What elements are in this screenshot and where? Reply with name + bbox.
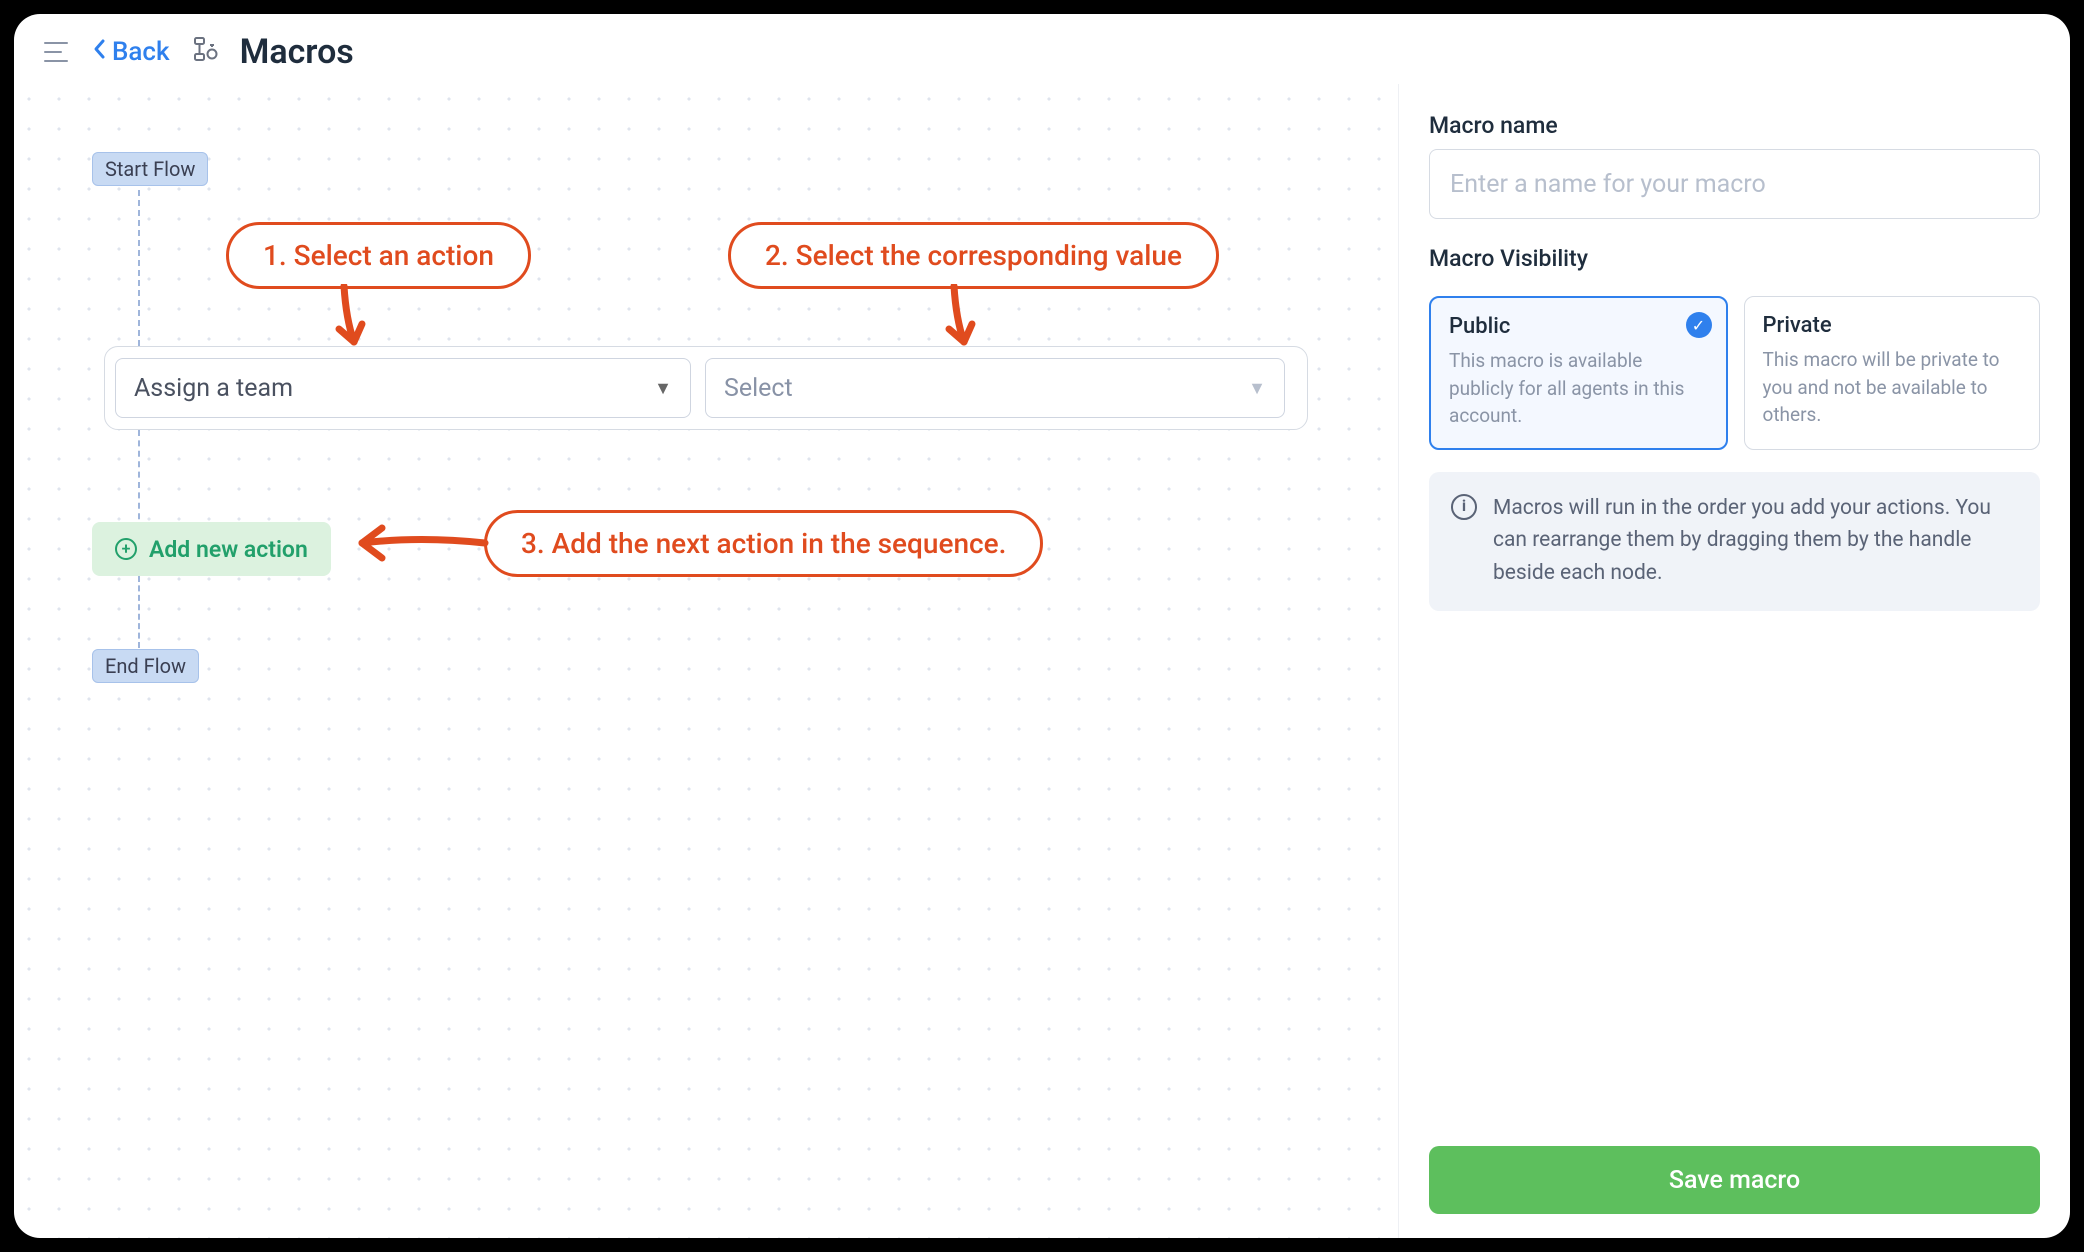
flow-glyph-icon — [192, 36, 218, 68]
page-title: Macros — [240, 32, 354, 72]
visibility-label: Macro Visibility — [1429, 245, 2040, 272]
annotation-step-2: 2. Select the corresponding value — [728, 222, 1219, 289]
action-select-value: Assign a team — [134, 374, 293, 403]
annotation-step-3: 3. Add the next action in the sequence. — [484, 510, 1043, 577]
visibility-private-title: Private — [1763, 313, 2022, 338]
chevron-left-icon — [92, 37, 108, 68]
annotation-step-1: 1. Select an action — [226, 222, 531, 289]
save-macro-label: Save macro — [1669, 1166, 1800, 1195]
value-select-placeholder: Select — [724, 374, 793, 403]
macro-name-input[interactable] — [1429, 149, 2040, 219]
add-action-label: Add new action — [149, 536, 308, 563]
plus-circle-icon: + — [115, 538, 137, 560]
action-select[interactable]: Assign a team ▼ — [115, 358, 691, 418]
macro-name-label: Macro name — [1429, 112, 2040, 139]
end-flow-pill: End Flow — [92, 649, 199, 683]
add-action-button[interactable]: + Add new action — [92, 522, 331, 576]
connector-line — [138, 576, 140, 648]
visibility-private-desc: This macro will be private to you and no… — [1763, 346, 2022, 429]
visibility-public-title: Public — [1449, 314, 1708, 339]
back-link[interactable]: Back — [92, 37, 170, 68]
visibility-public-option[interactable]: Public This macro is available publicly … — [1429, 296, 1728, 450]
visibility-group: Public This macro is available publicly … — [1429, 296, 2040, 450]
info-text: Macros will run in the order you add you… — [1493, 492, 2018, 590]
caret-down-icon: ▼ — [1248, 378, 1266, 399]
arrow-icon — [304, 284, 384, 354]
info-icon: i — [1451, 494, 1477, 520]
flow-canvas: Start Flow Assign a team ▼ Select ▼ + Ad… — [14, 84, 1398, 1238]
save-macro-button[interactable]: Save macro — [1429, 1146, 2040, 1214]
arrow-icon — [350, 518, 490, 568]
caret-down-icon: ▼ — [654, 378, 672, 399]
macro-settings-panel: Macro name Macro Visibility Public This … — [1398, 84, 2070, 1238]
info-callout: i Macros will run in the order you add y… — [1429, 472, 2040, 612]
visibility-private-option[interactable]: Private This macro will be private to yo… — [1744, 296, 2041, 450]
check-circle-icon: ✓ — [1686, 312, 1712, 338]
menu-icon[interactable] — [44, 42, 70, 62]
visibility-public-desc: This macro is available publicly for all… — [1449, 347, 1708, 430]
value-select[interactable]: Select ▼ — [705, 358, 1285, 418]
app-body: Start Flow Assign a team ▼ Select ▼ + Ad… — [14, 84, 2070, 1238]
app-window: Back Macros Start Flow Assign a team ▼ — [14, 14, 2070, 1238]
connector-line — [138, 190, 140, 346]
arrow-icon — [914, 284, 994, 354]
start-flow-pill: Start Flow — [92, 152, 208, 186]
action-node[interactable]: Assign a team ▼ Select ▼ — [104, 346, 1308, 430]
header-bar: Back Macros — [14, 14, 2070, 84]
back-link-label: Back — [112, 37, 170, 67]
